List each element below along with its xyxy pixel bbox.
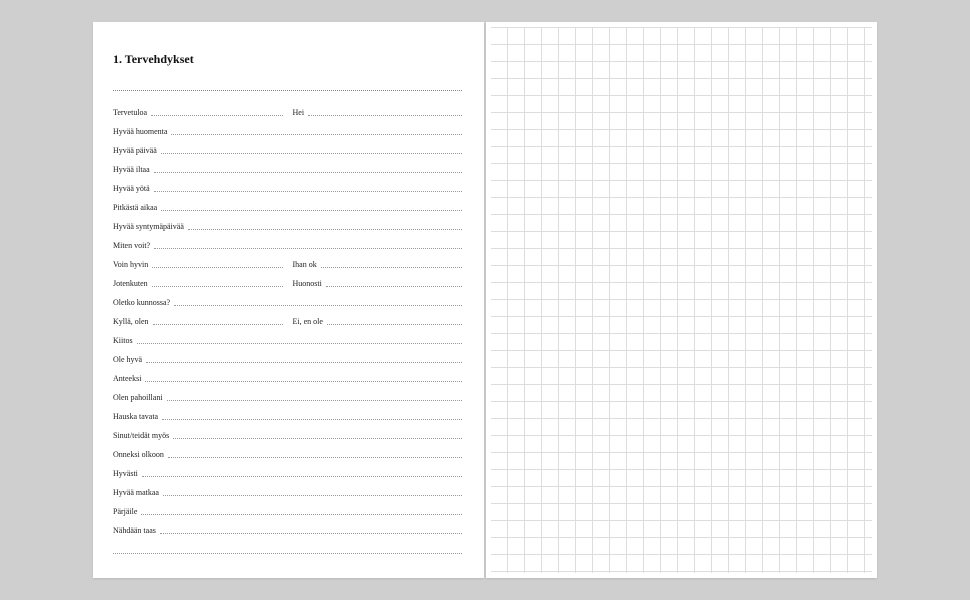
- entry: Hyvää yötä: [113, 173, 462, 192]
- entry-row: Voin hyvin Ihan ok: [113, 249, 462, 268]
- entry: Oletko kunnossa?: [113, 287, 462, 306]
- entry: Pitkästä aikaa: [113, 192, 462, 211]
- entry: Anteeksi: [113, 363, 462, 382]
- entry-label: Nähdään taas: [113, 526, 160, 535]
- section-number: 1.: [113, 52, 122, 66]
- entry-row: Pärjäile: [113, 496, 462, 515]
- entry-row: Hyvää yötä: [113, 173, 462, 192]
- left-page: 1. Tervehdykset Tervetuloa HeiHyvää huome…: [93, 22, 484, 578]
- entry: Onneksi olkoon: [113, 439, 462, 458]
- section-heading: 1. Tervehdykset: [113, 52, 462, 67]
- entry: Hei: [293, 97, 463, 116]
- entry-row: Miten voit?: [113, 230, 462, 249]
- entry: Sinut/teidät myös: [113, 420, 462, 439]
- entry-row: Ole hyvä: [113, 344, 462, 363]
- entry-row: Pitkästä aikaa: [113, 192, 462, 211]
- entry: Olen pahoillani: [113, 382, 462, 401]
- entry-row: Kyllä, olen Ei, en ole: [113, 306, 462, 325]
- entries-list: TervetuloaHeiHyvää huomentaHyvää päivääH…: [113, 97, 462, 534]
- entry-row: Kiitos: [113, 325, 462, 344]
- entry: Ole hyvä: [113, 344, 462, 363]
- right-page: [486, 22, 877, 578]
- entry: Ihan ok: [293, 249, 463, 268]
- entry: Huonosti: [293, 268, 463, 287]
- entry-row: Hyvästi: [113, 458, 462, 477]
- grid-paper: [491, 27, 872, 573]
- entry: Hyvästi: [113, 458, 462, 477]
- entry-row: Hauska tavata: [113, 401, 462, 420]
- entry: Nähdään taas: [113, 515, 462, 534]
- entry-row: Sinut/teidät myös: [113, 420, 462, 439]
- entry-row: Hyvää syntymäpäivää: [113, 211, 462, 230]
- intro-dotted-line: [113, 81, 462, 91]
- entry: Tervetuloa: [113, 97, 283, 116]
- entry: Ei, en ole: [293, 306, 463, 325]
- entry: Hyvää huomenta: [113, 116, 462, 135]
- entry: Kiitos: [113, 325, 462, 344]
- entry: Miten voit?: [113, 230, 462, 249]
- entry: Hyvää syntymäpäivää: [113, 211, 462, 230]
- entry-row: Onneksi olkoon: [113, 439, 462, 458]
- tail-dotted-line: [113, 536, 462, 554]
- entry-row: Tervetuloa Hei: [113, 97, 462, 116]
- entry: Pärjäile: [113, 496, 462, 515]
- entry: Jotenkuten: [113, 268, 283, 287]
- entry-row: Olen pahoillani: [113, 382, 462, 401]
- section-title-text: Tervehdykset: [125, 52, 194, 66]
- entry: Hauska tavata: [113, 401, 462, 420]
- entry: Voin hyvin: [113, 249, 283, 268]
- entry: Hyvää matkaa: [113, 477, 462, 496]
- entry-row: Hyvää matkaa: [113, 477, 462, 496]
- entry: Hyvää iltaa: [113, 154, 462, 173]
- entry: Kyllä, olen: [113, 306, 283, 325]
- entry-row: Hyvää päivää: [113, 135, 462, 154]
- dotted-line: [160, 533, 462, 534]
- entry-row: Nähdään taas: [113, 515, 462, 534]
- entry-row: Oletko kunnossa?: [113, 287, 462, 306]
- entry-row: Hyvää iltaa: [113, 154, 462, 173]
- entry-row: Anteeksi: [113, 363, 462, 382]
- entry-row: Jotenkuten Huonosti: [113, 268, 462, 287]
- page-spread: 1. Tervehdykset Tervetuloa HeiHyvää huome…: [93, 22, 877, 578]
- entry-row: Hyvää huomenta: [113, 116, 462, 135]
- entry: Hyvää päivää: [113, 135, 462, 154]
